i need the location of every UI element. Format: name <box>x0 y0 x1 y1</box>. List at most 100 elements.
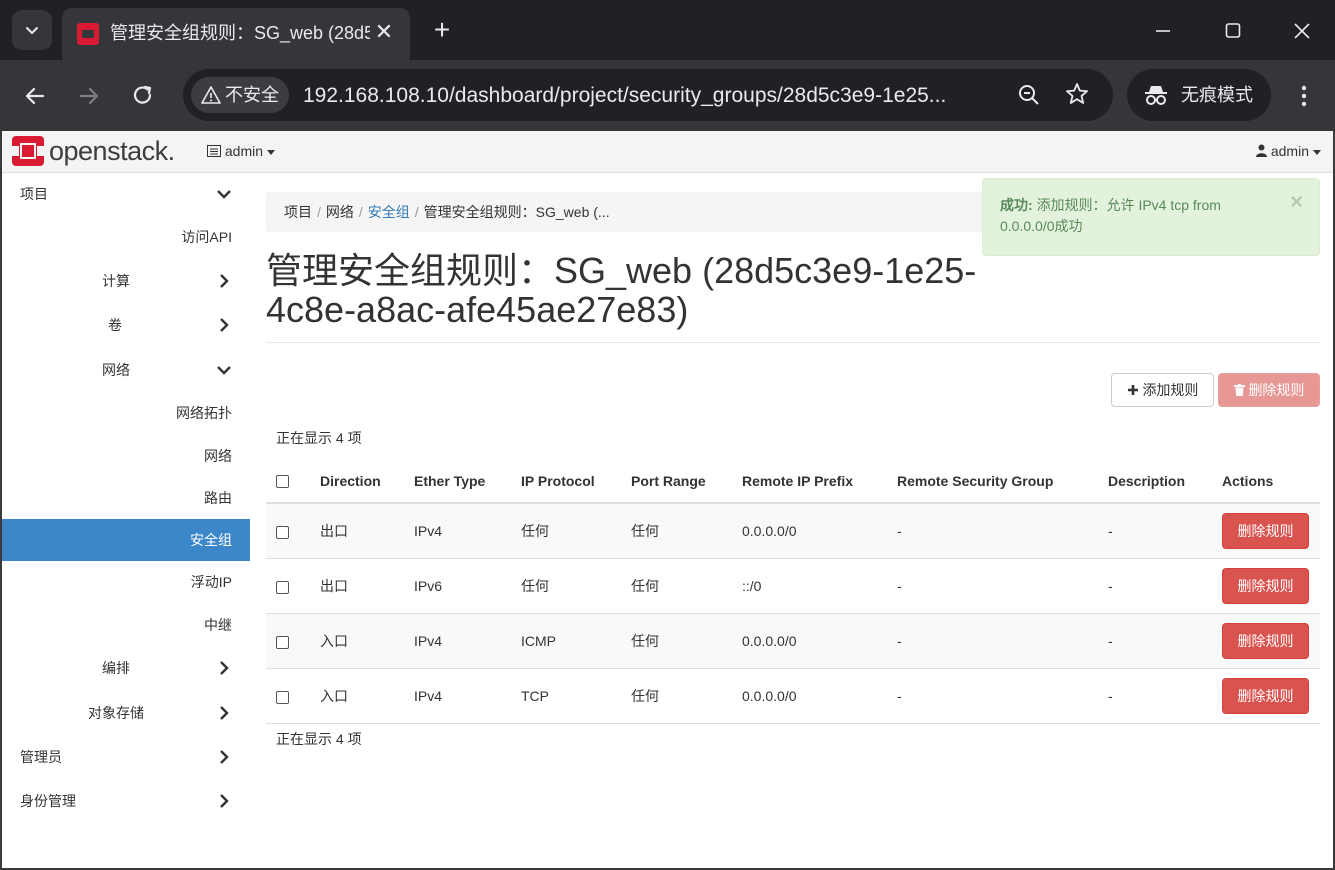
minimize-icon[interactable] <box>1146 14 1180 48</box>
incognito-icon <box>1145 86 1167 105</box>
sidebar-item-network-topology[interactable]: 网络拓扑 <box>2 392 250 434</box>
openstack-logo-icon[interactable] <box>12 136 44 166</box>
row-checkbox[interactable] <box>276 635 289 649</box>
page-title-line: 4c8e-a8ac-afe45ae27e83) <box>266 289 689 330</box>
browser-toolbar: 不安全 192.168.108.10/dashboard/project/sec… <box>0 60 1335 131</box>
sidebar-item-label: 路由 <box>204 490 232 506</box>
sidebar-item-api-access[interactable]: 访问API <box>2 216 250 258</box>
alert-message: 添加规则：允许 IPv4 tcp from 0.0.0.0/0成功 <box>1000 197 1221 234</box>
arrow-left-icon <box>25 87 45 105</box>
chevron-down-icon <box>217 366 231 375</box>
forward-button[interactable] <box>71 78 107 114</box>
sidebar-item-admin[interactable]: 管理员 <box>2 736 250 778</box>
cell-remote-ip-prefix: 0.0.0.0/0 <box>732 668 887 724</box>
breadcrumb-item-network[interactable]: 网络 <box>326 204 354 220</box>
reload-button[interactable] <box>125 78 161 114</box>
top-navbar: openstack. admin admin <box>2 131 1333 173</box>
project-selector[interactable]: admin <box>207 142 276 160</box>
back-button[interactable] <box>17 78 53 114</box>
alert-close-icon[interactable]: × <box>1290 191 1303 213</box>
browser-tab-strip: 管理安全组规则：SG_web (28d5c3e9-1e25-4c8e-a8ac-… <box>0 0 1335 60</box>
row-checkbox[interactable] <box>276 525 289 539</box>
sidebar-item-orchestration[interactable]: 编排 <box>2 647 250 689</box>
cell-ether-type: IPv4 <box>404 503 511 559</box>
sidebar-item-floating-ips[interactable]: 浮动IP <box>2 561 250 603</box>
bookmark-star-icon[interactable] <box>1063 81 1091 109</box>
tab-search-button[interactable] <box>12 10 52 50</box>
list-icon <box>207 145 221 157</box>
table-row: 入口 IPv4 ICMP 任何 0.0.0.0/0 - - 删除规则 <box>266 613 1320 669</box>
item-count-top: 正在显示 4 项 <box>276 430 362 446</box>
security-group-rules-table: Direction Ether Type IP Protocol Port Ra… <box>266 459 1320 724</box>
warning-icon <box>201 86 221 104</box>
url-text[interactable]: 192.168.108.10/dashboard/project/securit… <box>303 82 1003 110</box>
col-description[interactable]: Description <box>1098 459 1212 504</box>
cell-description: - <box>1098 613 1212 669</box>
sidebar-item-security-groups[interactable]: 安全组 <box>2 519 250 561</box>
page-title: 管理安全组规则：SG_web (28d5c3e9-1e25- 4c8e-a8ac… <box>266 251 1066 329</box>
delete-rules-button[interactable]: 删除规则 <box>1218 373 1320 407</box>
row-checkbox[interactable] <box>276 580 289 594</box>
col-remote-security-group[interactable]: Remote Security Group <box>887 459 1098 504</box>
sidebar-item-object-store[interactable]: 对象存储 <box>2 692 250 734</box>
breadcrumb-item-project[interactable]: 项目 <box>284 204 312 220</box>
cell-actions: 删除规则 <box>1212 558 1320 614</box>
incognito-indicator[interactable]: 无痕模式 <box>1127 69 1271 121</box>
delete-rule-button[interactable]: 删除规则 <box>1222 568 1309 604</box>
chevron-down-icon <box>26 27 38 34</box>
col-remote-ip-prefix[interactable]: Remote IP Prefix <box>732 459 887 504</box>
maximize-icon[interactable] <box>1216 14 1250 48</box>
sidebar-item-project[interactable]: 项目 <box>2 173 250 215</box>
col-direction[interactable]: Direction <box>310 459 404 504</box>
cell-ip-protocol: 任何 <box>511 503 621 559</box>
cell-actions: 删除规则 <box>1212 668 1320 724</box>
table-header-row: Direction Ether Type IP Protocol Port Ra… <box>266 459 1320 504</box>
sidebar-item-network[interactable]: 网络 <box>2 349 250 391</box>
alert-title: 成功: <box>1000 197 1033 213</box>
zoom-icon[interactable] <box>1015 81 1043 109</box>
sidebar-item-label: 编排 <box>102 660 130 676</box>
col-ether-type[interactable]: Ether Type <box>404 459 511 504</box>
sidebar-item-routers[interactable]: 路由 <box>2 477 250 519</box>
add-rule-button[interactable]: 添加规则 <box>1111 373 1214 407</box>
sidebar-item-volumes[interactable]: 卷 <box>2 304 250 346</box>
cell-description: - <box>1098 503 1212 559</box>
breadcrumb-link-security-groups[interactable]: 安全组 <box>368 204 410 220</box>
delete-rule-button[interactable]: 删除规则 <box>1222 513 1309 549</box>
browser-tab-active[interactable]: 管理安全组规则：SG_web (28d5c3e9-1e25-4c8e-a8ac-… <box>62 8 410 60</box>
address-bar[interactable]: 不安全 192.168.108.10/dashboard/project/sec… <box>183 69 1113 121</box>
col-port-range[interactable]: Port Range <box>621 459 732 504</box>
table-row: 入口 IPv4 TCP 任何 0.0.0.0/0 - - 删除规则 <box>266 668 1320 724</box>
sidebar-item-label: 管理员 <box>20 749 62 765</box>
success-alert: 成功: 添加规则：允许 IPv4 tcp from 0.0.0.0/0成功 × <box>982 178 1320 256</box>
cell-port-range: 任何 <box>621 668 732 724</box>
openstack-logo-text[interactable]: openstack. <box>49 133 175 169</box>
sidebar-item-label: 中继 <box>204 617 232 633</box>
chevron-down-icon <box>217 190 231 199</box>
delete-rule-button[interactable]: 删除规则 <box>1222 623 1309 659</box>
sidebar-item-trunks[interactable]: 中继 <box>2 604 250 646</box>
chevron-right-icon <box>220 274 229 288</box>
new-tab-button[interactable]: + <box>428 14 456 46</box>
row-select-cell <box>266 503 310 559</box>
sidebar-item-identity[interactable]: 身份管理 <box>2 780 250 822</box>
delete-rule-button[interactable]: 删除规则 <box>1222 678 1309 714</box>
col-actions: Actions <box>1212 459 1320 504</box>
sidebar-item-label: 网络 <box>204 448 232 464</box>
sidebar-item-networks[interactable]: 网络 <box>2 435 250 477</box>
cell-port-range: 任何 <box>621 558 732 614</box>
openstack-favicon-icon <box>77 23 99 45</box>
cell-remote-sg: - <box>887 668 1098 724</box>
security-chip[interactable]: 不安全 <box>191 77 289 113</box>
browser-menu-icon[interactable] <box>1290 78 1318 114</box>
col-ip-protocol[interactable]: IP Protocol <box>511 459 621 504</box>
row-select-cell <box>266 558 310 614</box>
tab-close-icon[interactable]: ✕ <box>372 20 396 44</box>
close-window-icon[interactable] <box>1285 14 1319 48</box>
user-menu[interactable]: admin <box>1255 142 1321 160</box>
select-all-checkbox[interactable] <box>276 475 289 489</box>
row-checkbox[interactable] <box>276 690 289 704</box>
chevron-right-icon <box>220 794 229 808</box>
sidebar-item-compute[interactable]: 计算 <box>2 260 250 302</box>
breadcrumb: 项目 / 网络 / 安全组 / 管理安全组规则：SG_web (... <box>266 192 986 232</box>
